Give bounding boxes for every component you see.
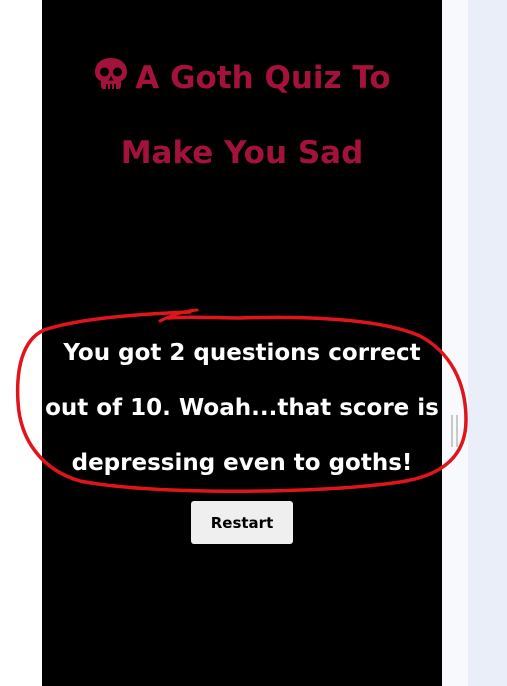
page: A Goth Quiz To Make You Sad You got 2 qu…: [0, 0, 507, 686]
result-line-2: out of 10. Woah...that score is: [45, 395, 439, 421]
result-message: You got 2 questions correct out of 10. W…: [42, 326, 442, 491]
quiz-title-text-1: A Goth Quiz To: [135, 60, 391, 96]
result-line-1: You got 2 questions correct: [63, 340, 421, 366]
left-gutter: [0, 0, 42, 686]
result-line-3: depressing even to goths!: [71, 450, 413, 476]
restart-button[interactable]: Restart: [191, 501, 293, 544]
quiz-title-line-1: A Goth Quiz To: [42, 42, 442, 117]
skull-icon: [93, 45, 129, 117]
scrollbar-handle[interactable]: [451, 415, 458, 447]
right-edge: [468, 0, 507, 686]
quiz-title-line-2: Make You Sad: [120, 135, 364, 171]
quiz-title: A Goth Quiz To Make You Sad: [42, 42, 442, 189]
quiz-app: A Goth Quiz To Make You Sad You got 2 qu…: [42, 0, 442, 686]
right-gutter: [442, 0, 468, 686]
